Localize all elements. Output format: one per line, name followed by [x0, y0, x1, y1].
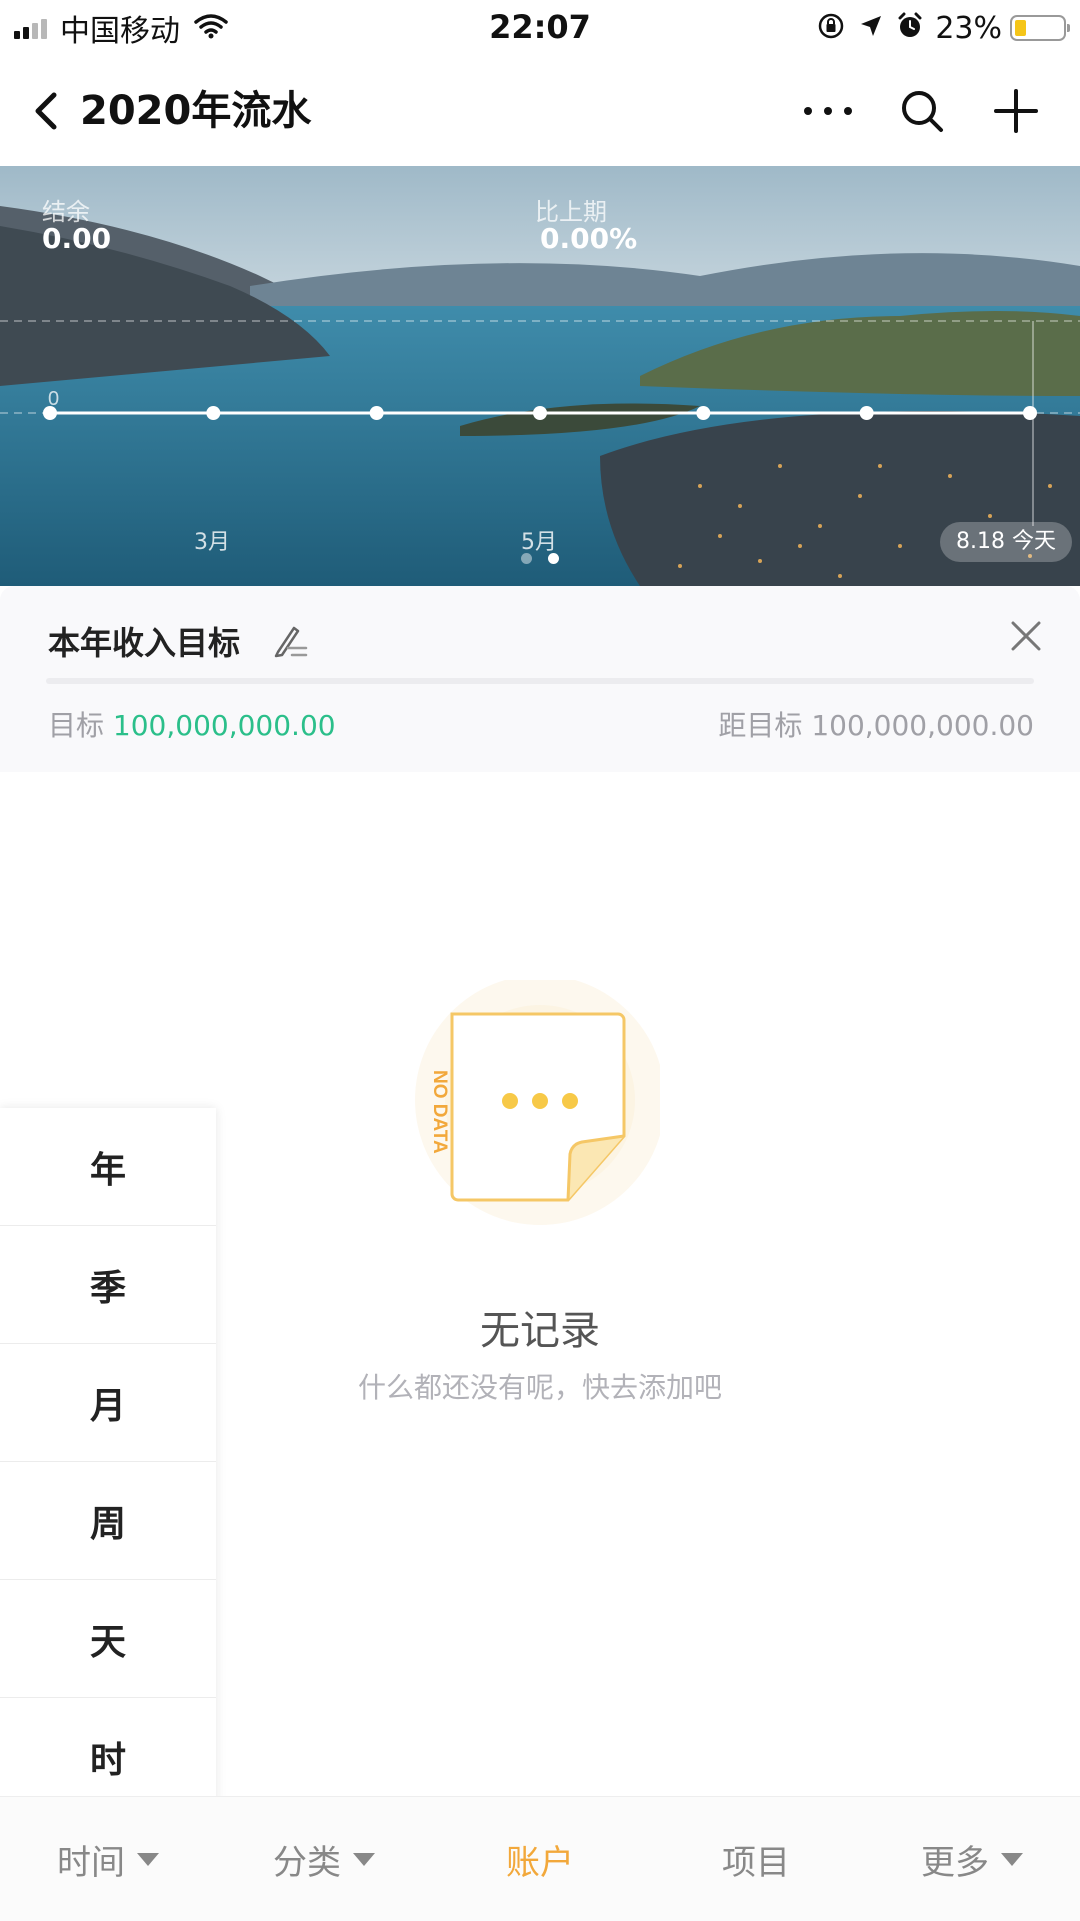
battery-percent: 23%: [935, 10, 1002, 46]
alarm-icon: [897, 12, 923, 44]
tab-more-label: 更多: [921, 1842, 989, 1883]
edit-pencil-icon[interactable]: [272, 622, 310, 664]
chart-point-6[interactable]: [1023, 406, 1037, 420]
chevron-down-icon: [1001, 1852, 1023, 1866]
more-button[interactable]: [800, 84, 856, 138]
search-icon: [902, 91, 943, 132]
bottom-filter-bar: 时间 分类 账户 项目 更多: [0, 1796, 1080, 1921]
month-label-5: 5月: [521, 530, 557, 555]
tab-project[interactable]: 项目: [648, 1797, 864, 1921]
back-chevron-icon: [35, 92, 57, 130]
target-value: 100,000,000.00: [112, 709, 336, 742]
tab-time[interactable]: 时间: [0, 1797, 216, 1921]
chart-point-1[interactable]: [206, 406, 221, 420]
nav-bar: 2020年流水: [0, 56, 1080, 166]
time-option-month[interactable]: 月: [0, 1344, 216, 1462]
tab-time-label: 时间: [57, 1842, 125, 1883]
location-icon: [859, 14, 883, 42]
flow-line-chart[interactable]: 0: [0, 166, 1080, 586]
target-card-title: 本年收入目标: [48, 624, 241, 662]
more-dots-icon: [804, 107, 852, 115]
target-values-row: 目标 100,000,000.00 距目标 100,000,000.00: [48, 704, 1034, 744]
page-title: 2020年流水: [80, 88, 312, 134]
time-option-week[interactable]: 周: [0, 1462, 216, 1580]
orientation-lock-icon: [817, 12, 845, 44]
time-granularity-menu: 年 季 月 周 天 时: [0, 1108, 216, 1815]
time-option-day[interactable]: 天: [0, 1580, 216, 1698]
no-data-badge-text: NO DATA: [429, 1070, 450, 1154]
time-option-quarter[interactable]: 季: [0, 1226, 216, 1344]
chart-point-3[interactable]: [533, 406, 547, 420]
tab-project-label: 项目: [722, 1842, 790, 1883]
remaining-value: 100,000,000.00: [811, 709, 1034, 742]
remaining-label: 距目标: [718, 709, 803, 742]
tab-more[interactable]: 更多: [864, 1797, 1080, 1921]
month-label-3: 3月: [194, 530, 230, 555]
chevron-down-icon: [353, 1852, 375, 1866]
tab-category-label: 分类: [273, 1842, 341, 1883]
close-icon: [1011, 621, 1041, 651]
status-bar: 中国移动 22:07 23%: [0, 0, 1080, 56]
plus-icon: [994, 89, 1038, 133]
chart-point-0[interactable]: [43, 406, 57, 420]
today-badge[interactable]: 8.18 今天: [940, 522, 1072, 562]
time-option-year[interactable]: 年: [0, 1108, 216, 1226]
no-data-document-icon: NO DATA: [415, 980, 660, 1225]
close-target-button[interactable]: [1002, 612, 1050, 660]
tab-account-label: 账户: [506, 1842, 574, 1883]
target-label: 目标: [48, 709, 105, 742]
back-button[interactable]: [26, 84, 66, 138]
battery-icon: [1010, 15, 1070, 41]
tab-category[interactable]: 分类: [216, 1797, 432, 1921]
income-target-card[interactable]: 本年收入目标 目标 100,000,000.00 距目标 100,000,000…: [0, 586, 1080, 772]
target-amount: 目标 100,000,000.00: [48, 704, 336, 744]
add-button[interactable]: [988, 84, 1044, 138]
chart-point-2[interactable]: [369, 406, 384, 420]
chevron-down-icon: [137, 1852, 159, 1866]
remaining-amount: 距目标 100,000,000.00: [718, 704, 1034, 744]
search-button[interactable]: [894, 84, 950, 138]
header-banner: 结余 0.00 比上期 0.00% 0 3月 5月 8.18 今天: [0, 166, 1080, 586]
page-indicator-1: [521, 553, 532, 564]
target-progress-bar: [46, 678, 1034, 684]
battery-level: [1015, 20, 1026, 36]
chart-point-5[interactable]: [859, 406, 874, 420]
tab-account[interactable]: 账户: [432, 1797, 648, 1921]
page-indicator-2: [548, 553, 559, 564]
status-bar-right: 23%: [803, 8, 1070, 48]
chart-point-4[interactable]: [696, 406, 711, 420]
